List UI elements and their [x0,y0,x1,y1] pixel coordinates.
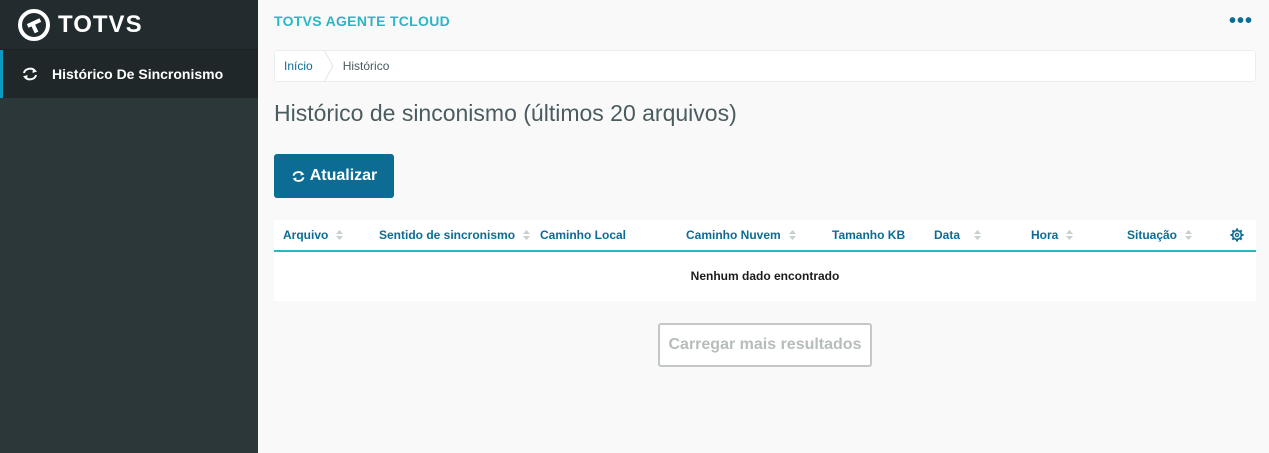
column-header-caminho-local[interactable]: Caminho Local [540,220,626,250]
breadcrumb-home-link[interactable]: Início [275,59,323,73]
column-label: Caminho Local [540,228,627,242]
sort-icon [336,230,344,240]
sidebar-item-historico-sincronismo[interactable]: Histórico De Sincronismo [0,50,258,98]
table-header: Arquivo Sentido de sincronismo Caminho L… [274,220,1256,252]
sort-icon [788,230,796,240]
sync-icon [291,169,306,184]
breadcrumb-separator-icon [323,50,334,82]
column-label: Data [934,228,961,242]
refresh-button[interactable]: Atualizar [274,154,394,198]
top-bar: TOTVS AGENTE TCLOUD ••• [258,0,1269,42]
column-header-arquivo[interactable]: Arquivo [283,220,344,250]
column-label: Hora [1031,228,1059,242]
column-label: Tamanho KB [832,228,906,242]
column-label: Situação [1127,228,1178,242]
sidebar-logo[interactable]: TOTVS [0,0,258,50]
column-label: Sentido de sincronismo [379,228,516,242]
gear-icon[interactable] [1230,228,1244,242]
logo-text: TOTVS [58,10,143,38]
more-horizontal-icon[interactable]: ••• [1229,11,1253,31]
column-header-situacao[interactable]: Situação [1127,220,1193,250]
sort-icon [1066,230,1074,240]
history-table: Arquivo Sentido de sincronismo Caminho L… [274,220,1256,301]
page-title: Histórico de sinconismo (últimos 20 arqu… [274,100,737,126]
column-label: Caminho Nuvem [686,228,781,242]
main-content: TOTVS AGENTE TCLOUD ••• Início Histórico… [258,0,1269,453]
breadcrumb-current: Histórico [342,59,390,73]
column-label: Arquivo [283,228,329,242]
column-header-sentido-de-sincronismo[interactable]: Sentido de sincronismo [379,220,531,250]
sidebar-item-label: Histórico De Sincronismo [52,66,224,82]
sidebar: TOTVS Histórico De Sincronismo [0,0,258,453]
load-more-button[interactable]: Carregar mais resultados [658,323,872,367]
sort-icon [523,230,531,240]
column-header-tamanho-kb[interactable]: Tamanho KB [832,220,905,250]
sync-icon [21,65,39,83]
app-title: TOTVS AGENTE TCLOUD [274,13,451,29]
breadcrumb: Início Histórico [274,50,1256,82]
sort-icon [1185,230,1193,240]
totvs-logo-icon [18,8,50,41]
column-header-hora[interactable]: Hora [1031,220,1074,250]
column-header-data[interactable]: Data [934,220,982,250]
column-header-caminho-nuvem[interactable]: Caminho Nuvem [686,220,796,250]
refresh-button-label: Atualizar [309,167,378,184]
empty-message: Nenhum dado encontrado [690,268,840,283]
sort-icon [974,230,982,240]
